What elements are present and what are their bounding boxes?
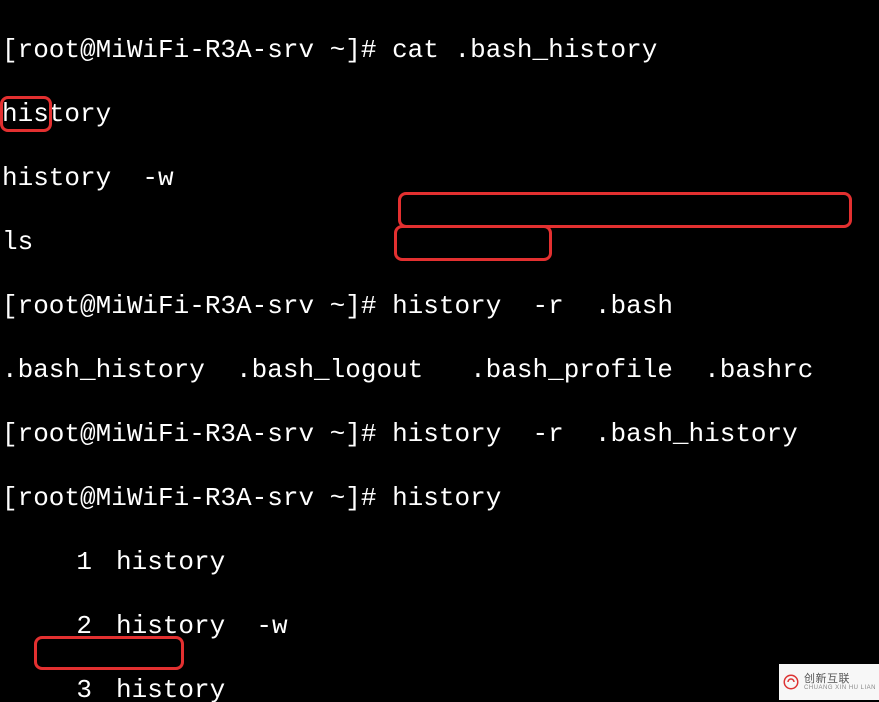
output-line: [root@MiWiFi-R3A-srv ~]# cat .bash_histo…	[2, 34, 879, 66]
output-line: .bash_history .bash_logout .bash_profile…	[2, 354, 879, 386]
watermark-badge: 创新互联 CHUANG XIN HU LIAN	[779, 664, 879, 700]
shell-prompt: [root@MiWiFi-R3A-srv ~]#	[2, 291, 392, 321]
terminal-output[interactable]: [root@MiWiFi-R3A-srv ~]# cat .bash_histo…	[0, 0, 879, 702]
logo-icon	[782, 673, 800, 691]
output-line: [root@MiWiFi-R3A-srv ~]# history	[2, 482, 879, 514]
command-text: history -r .bash_history	[392, 419, 798, 449]
output-line: ls	[2, 226, 879, 258]
output-line: history -w	[2, 162, 879, 194]
history-entry: 1history	[2, 546, 879, 578]
command-text: cat .bash_history	[392, 35, 657, 65]
watermark-text-cn: 创新互联	[804, 673, 876, 685]
shell-prompt: [root@MiWiFi-R3A-srv ~]#	[2, 483, 392, 513]
output-line: history	[2, 98, 879, 130]
watermark-text-py: CHUANG XIN HU LIAN	[804, 685, 876, 692]
history-entry: 2history -w	[2, 610, 879, 642]
shell-prompt: [root@MiWiFi-R3A-srv ~]#	[2, 35, 392, 65]
history-entry: 3history	[2, 674, 879, 702]
shell-prompt: [root@MiWiFi-R3A-srv ~]#	[2, 419, 392, 449]
output-line: [root@MiWiFi-R3A-srv ~]# history -r .bas…	[2, 418, 879, 450]
command-text: history -r .bash	[392, 291, 673, 321]
output-line: [root@MiWiFi-R3A-srv ~]# history -r .bas…	[2, 290, 879, 322]
command-text: history	[392, 483, 501, 513]
